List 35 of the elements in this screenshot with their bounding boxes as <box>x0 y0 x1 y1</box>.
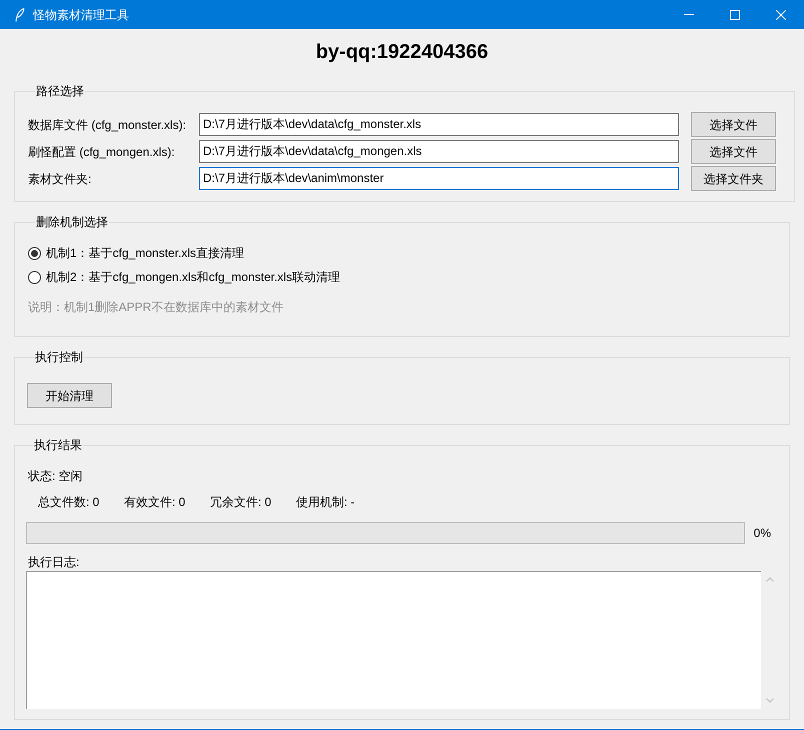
stat-text: 有效文件: 0 <box>124 495 186 509</box>
log-label: 执行日志: <box>28 554 80 570</box>
path-label: 数据库文件 (cfg_monster.xls): <box>28 116 188 132</box>
header-title: by-qq:1922404366 <box>316 40 488 65</box>
path-input[interactable]: D:\7月进行版本\dev\anim\monster <box>199 167 679 190</box>
scroll-up-icon[interactable] <box>766 577 774 582</box>
browse-button[interactable]: 选择文件 <box>691 112 776 137</box>
group-title: 路径选择 <box>35 83 85 99</box>
path-label: 刷怪配置 (cfg_mongen.xls): <box>28 144 176 160</box>
stat-text: 冗余文件: 0 <box>210 495 272 509</box>
group-title: 删除机制选择 <box>35 214 109 230</box>
minimize-icon <box>684 14 694 15</box>
stat-text: 总文件数: 0 <box>38 495 100 509</box>
maximize-icon <box>730 10 740 20</box>
group-title: 执行控制 <box>34 349 84 365</box>
group-title: 执行结果 <box>33 437 83 453</box>
radio-icon[interactable] <box>28 246 41 260</box>
radio-option[interactable]: 机制1：基于cfg_monster.xls直接清理 <box>28 243 244 263</box>
status-text: 状态: 空闲 <box>28 468 83 484</box>
path-input[interactable]: D:\7月进行版本\dev\data\cfg_mongen.xls <box>199 140 679 163</box>
close-icon <box>776 10 786 20</box>
path-label: 素材文件夹: <box>28 170 92 186</box>
browse-button[interactable]: 选择文件 <box>691 139 776 164</box>
start-button[interactable]: 开始清理 <box>27 383 112 408</box>
scroll-down-icon[interactable] <box>766 698 774 703</box>
browse-button[interactable]: 选择文件夹 <box>691 166 776 191</box>
log-textarea[interactable] <box>26 571 761 709</box>
mode-note: 说明：机制1删除APPR不在数据库中的素材文件 <box>28 300 284 314</box>
feather-icon <box>15 8 25 22</box>
window-title: 怪物素材清理工具 <box>33 6 129 24</box>
radio-icon[interactable] <box>28 270 41 284</box>
path-input[interactable]: D:\7月进行版本\dev\data\cfg_monster.xls <box>199 113 679 136</box>
progress-percent: 0% <box>754 525 771 541</box>
stat-text: 使用机制: - <box>296 495 355 509</box>
radio-option[interactable]: 机制2：基于cfg_mongen.xls和cfg_monster.xls联动清理 <box>28 267 340 287</box>
